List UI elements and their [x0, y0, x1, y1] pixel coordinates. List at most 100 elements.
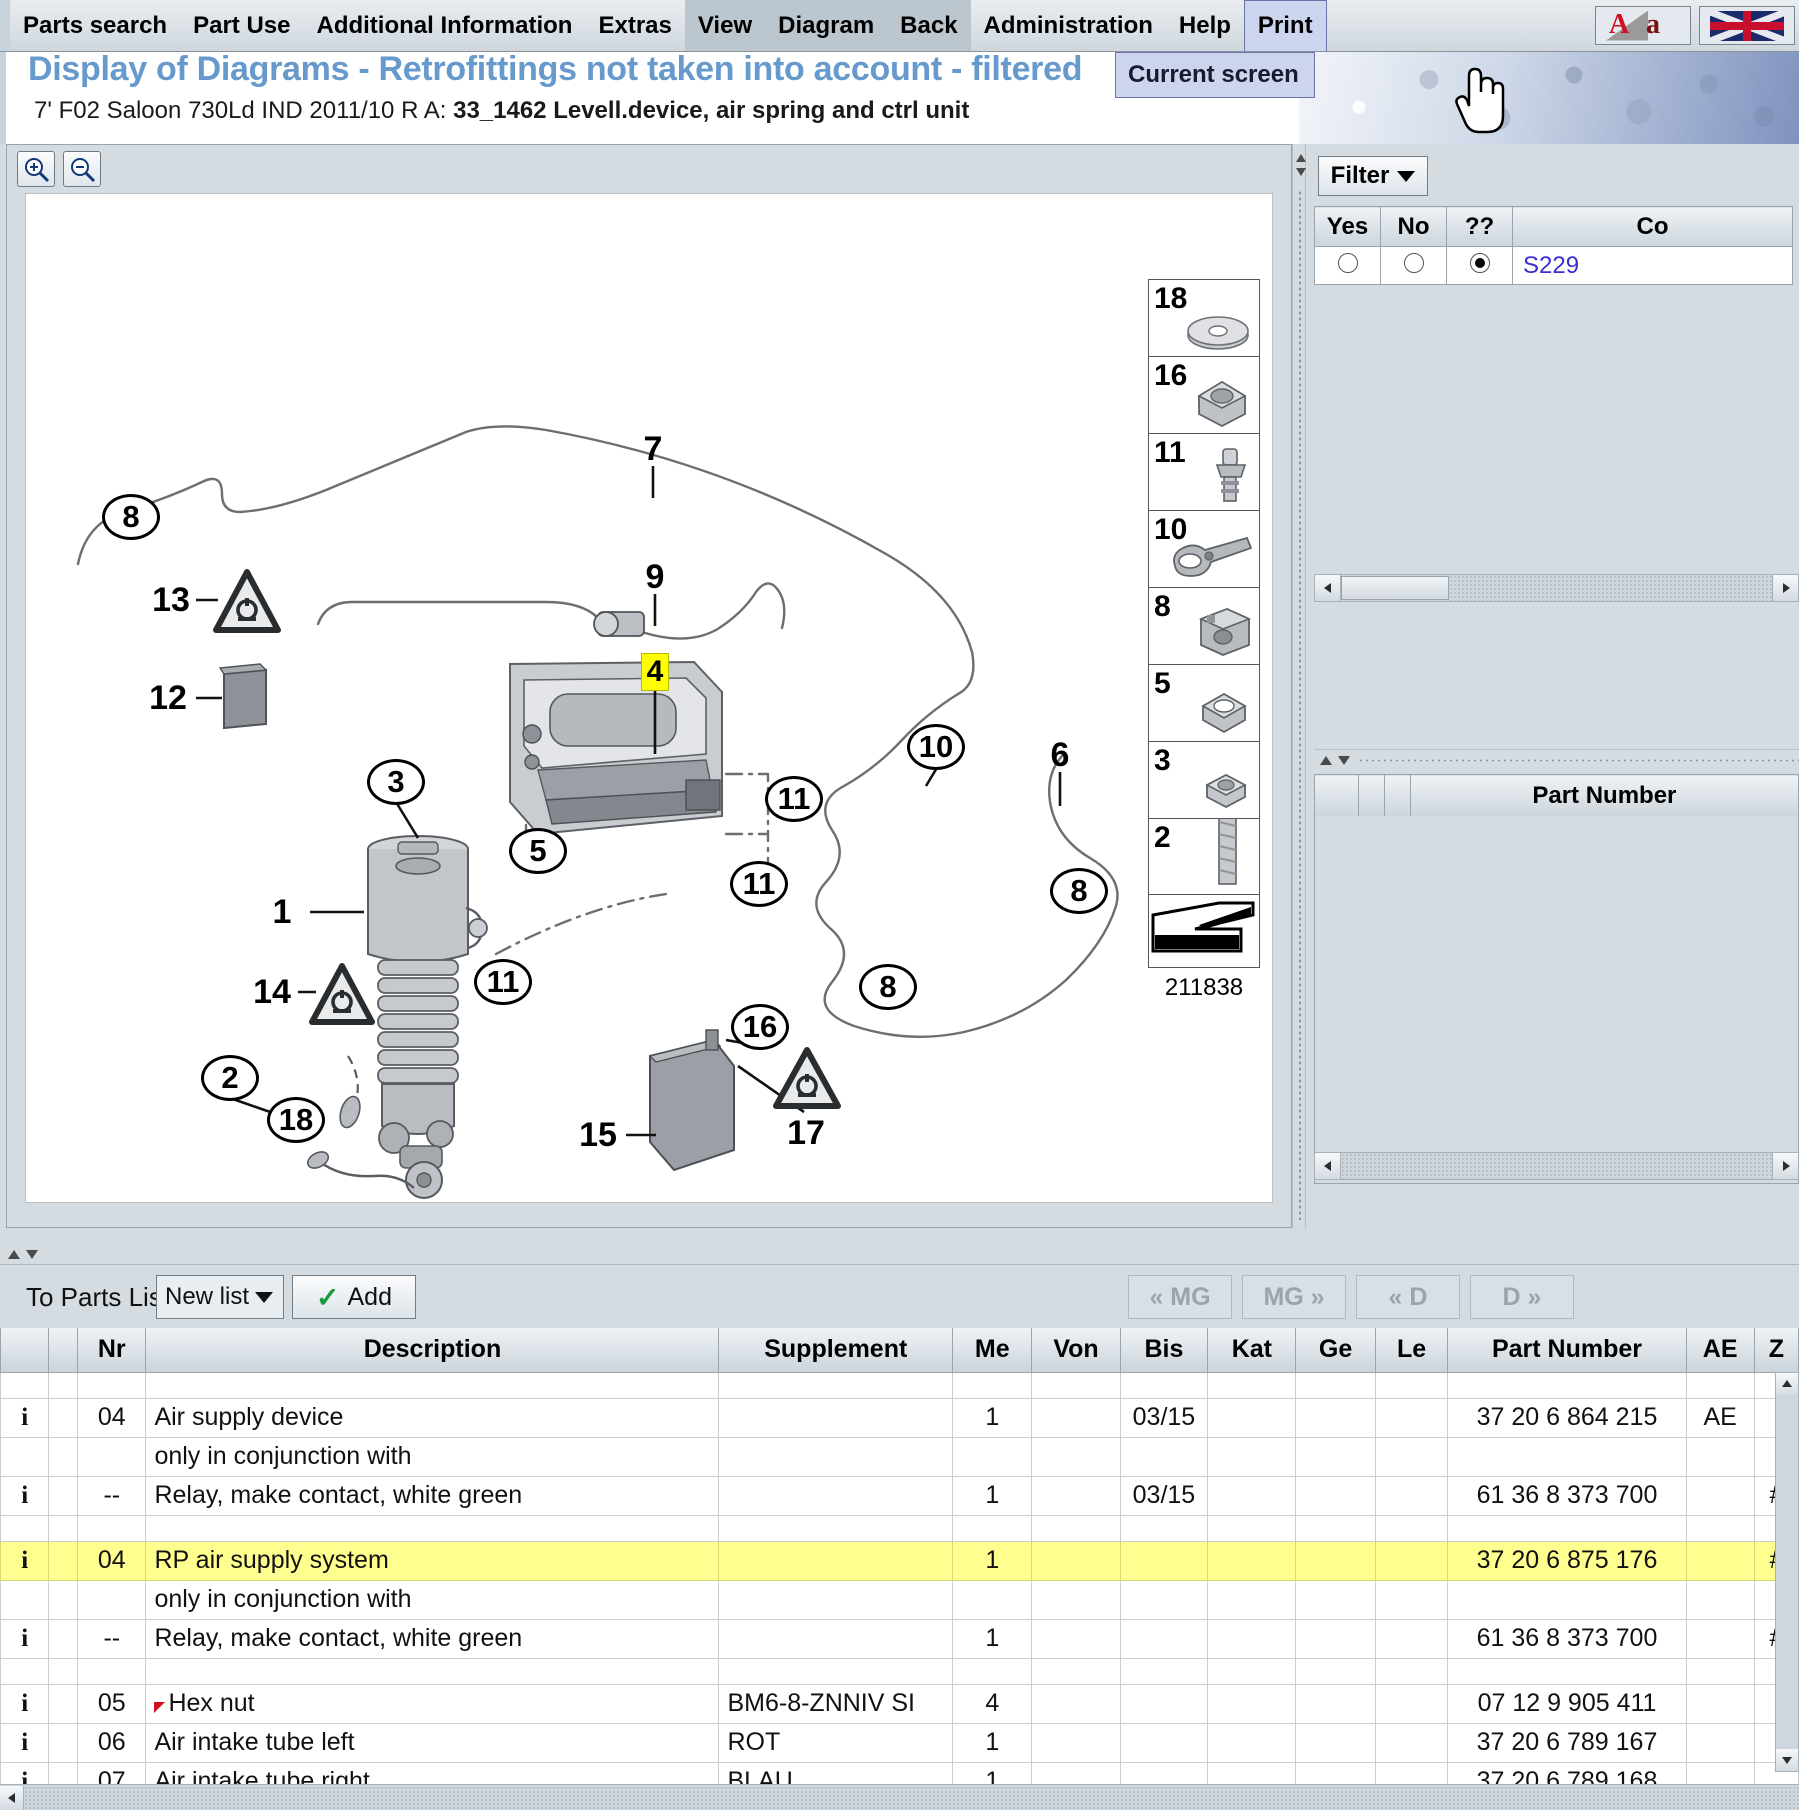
- scroll-right-icon[interactable]: [1772, 575, 1798, 601]
- radio-no[interactable]: [1403, 252, 1424, 273]
- menu-item-extras[interactable]: Extras: [585, 0, 684, 51]
- scroll-left-icon[interactable]: [0, 1785, 24, 1810]
- cell-i[interactable]: [0, 1657, 50, 1685]
- cell-i[interactable]: [0, 1371, 50, 1399]
- column-header-supplement[interactable]: Supplement: [718, 1328, 954, 1373]
- parts-table-vscrollbar[interactable]: [1775, 1372, 1799, 1772]
- column-header-le[interactable]: Le: [1374, 1328, 1449, 1373]
- horizontal-splitter[interactable]: [0, 1246, 1799, 1264]
- column-header-z[interactable]: Z: [1753, 1328, 1799, 1373]
- menu-item-diagram[interactable]: Diagram: [765, 0, 888, 51]
- scrollbar-track[interactable]: [24, 1785, 1799, 1810]
- menu-item-administration[interactable]: Administration: [971, 0, 1166, 51]
- vertical-splitter[interactable]: [1292, 144, 1306, 1228]
- info-icon[interactable]: i: [0, 1475, 50, 1516]
- table-row[interactable]: i -- Relay, make contact, white green 1 03/1…: [0, 1475, 1799, 1516]
- column-header-blank-1[interactable]: [1314, 774, 1359, 817]
- next-main-group-button[interactable]: MG »: [1242, 1275, 1346, 1319]
- table-row[interactable]: i 05 Hex nut BM6-8-ZNNIV SI 4 07 12 9 905 411…: [0, 1683, 1799, 1724]
- zoom-in-button[interactable]: [17, 151, 55, 187]
- callout-14[interactable]: 14: [250, 972, 294, 1012]
- menu-item-print[interactable]: Print: [1243, 0, 1327, 51]
- callout-15[interactable]: 15: [576, 1115, 620, 1155]
- translate-button[interactable]: Aa: [1595, 6, 1691, 45]
- menu-item-back[interactable]: Back: [887, 0, 971, 51]
- column-header-code[interactable]: Co: [1512, 206, 1793, 247]
- callout-11[interactable]: 11: [730, 861, 788, 907]
- callout-11[interactable]: 11: [474, 959, 532, 1005]
- part-number-list-body[interactable]: [1314, 816, 1799, 1184]
- add-button[interactable]: ✓ Add: [292, 1275, 416, 1319]
- table-row[interactable]: i 06 Air intake tube left ROT 1 37 20 6 789 1…: [0, 1722, 1799, 1763]
- table-row[interactable]: only in conjunction with: [0, 1579, 1799, 1620]
- column-header-blank-2[interactable]: [1357, 774, 1385, 817]
- callout-10[interactable]: 10: [907, 724, 965, 770]
- table-row[interactable]: [0, 1371, 1799, 1399]
- table-row[interactable]: S229: [1314, 246, 1793, 285]
- legend-item-11[interactable]: 11: [1148, 433, 1260, 510]
- column-header-description[interactable]: Description: [145, 1328, 720, 1373]
- cell-unknown[interactable]: [1446, 246, 1513, 285]
- legend-item-8[interactable]: 8: [1148, 587, 1260, 664]
- legend-item-16[interactable]: 16: [1148, 356, 1260, 433]
- callout-8[interactable]: 8: [1050, 868, 1108, 914]
- callout-17[interactable]: 17: [784, 1113, 828, 1153]
- table-row[interactable]: [0, 1514, 1799, 1542]
- prev-main-group-button[interactable]: « MG: [1128, 1275, 1232, 1319]
- language-flag-button[interactable]: [1699, 6, 1795, 45]
- condition-table-hscrollbar[interactable]: [1314, 574, 1799, 602]
- column-header-unknown[interactable]: ??: [1446, 206, 1513, 247]
- diagram-canvas[interactable]: 7 8 13 9 12 4 3 10 6 5 11 11 8 1 11 14 8 2 18 16 17 15 18 16: [25, 193, 1273, 1203]
- menu-item-part-use[interactable]: Part Use: [180, 0, 303, 51]
- scroll-left-icon[interactable]: [1315, 1153, 1341, 1179]
- column-header-yes[interactable]: Yes: [1314, 206, 1381, 247]
- callout-6[interactable]: 6: [1038, 735, 1082, 775]
- splitter-up-icon[interactable]: [1320, 756, 1332, 765]
- scrollbar-track[interactable]: [1449, 575, 1772, 601]
- cell-yes[interactable]: [1314, 246, 1381, 285]
- scroll-right-icon[interactable]: [1772, 1153, 1798, 1179]
- callout-13[interactable]: 13: [149, 580, 193, 620]
- callout-16[interactable]: 16: [731, 1004, 789, 1050]
- callout-7[interactable]: 7: [631, 429, 675, 469]
- callout-2[interactable]: 2: [201, 1055, 259, 1101]
- parts-list-select[interactable]: New list: [156, 1275, 284, 1319]
- zoom-out-button[interactable]: [63, 151, 101, 187]
- cell-no[interactable]: [1380, 246, 1447, 285]
- splitter-down-icon[interactable]: [26, 1250, 38, 1259]
- callout-4[interactable]: 4: [641, 653, 669, 691]
- table-row[interactable]: i -- Relay, make contact, white green 1 61 3…: [0, 1618, 1799, 1659]
- radio-unknown[interactable]: [1469, 252, 1490, 273]
- callout-8[interactable]: 8: [102, 494, 160, 540]
- prev-diagram-button[interactable]: « D: [1356, 1275, 1460, 1319]
- column-header-part-number[interactable]: Part Number: [1409, 774, 1799, 817]
- column-header-ae[interactable]: AE: [1685, 1328, 1755, 1373]
- next-diagram-button[interactable]: D »: [1470, 1275, 1574, 1319]
- table-row[interactable]: only in conjunction with: [0, 1436, 1799, 1477]
- legend-item-2[interactable]: 2: [1148, 818, 1260, 895]
- column-header-no[interactable]: No: [1380, 206, 1447, 247]
- column-header-me[interactable]: Me: [952, 1328, 1033, 1373]
- column-header-kat[interactable]: Kat: [1207, 1328, 1297, 1373]
- menu-item-help[interactable]: Help: [1166, 0, 1244, 51]
- callout-9[interactable]: 9: [633, 557, 677, 597]
- splitter-collapse-right-icon[interactable]: [1296, 168, 1306, 176]
- cell-i[interactable]: [0, 1579, 50, 1620]
- splitter-collapse-left-icon[interactable]: [1296, 154, 1306, 162]
- cell-i[interactable]: [0, 1514, 50, 1542]
- scrollbar-track[interactable]: [1341, 1153, 1772, 1179]
- splitter-up-icon[interactable]: [8, 1250, 20, 1259]
- callout-12[interactable]: 12: [146, 678, 190, 718]
- column-header-von[interactable]: Von: [1031, 1328, 1121, 1373]
- print-menu-item-current-screen[interactable]: Current screen: [1116, 53, 1314, 97]
- legend-item-3[interactable]: 3: [1148, 741, 1260, 818]
- callout-11[interactable]: 11: [765, 776, 823, 822]
- right-panel-splitter[interactable]: [1314, 749, 1799, 771]
- menu-item-view[interactable]: View: [684, 0, 766, 51]
- callout-18[interactable]: 18: [267, 1097, 325, 1143]
- callout-5[interactable]: 5: [509, 828, 567, 874]
- callout-1[interactable]: 1: [260, 892, 304, 932]
- cell-i[interactable]: [0, 1436, 50, 1477]
- table-row[interactable]: [0, 1657, 1799, 1685]
- column-header-nr[interactable]: Nr: [77, 1328, 147, 1373]
